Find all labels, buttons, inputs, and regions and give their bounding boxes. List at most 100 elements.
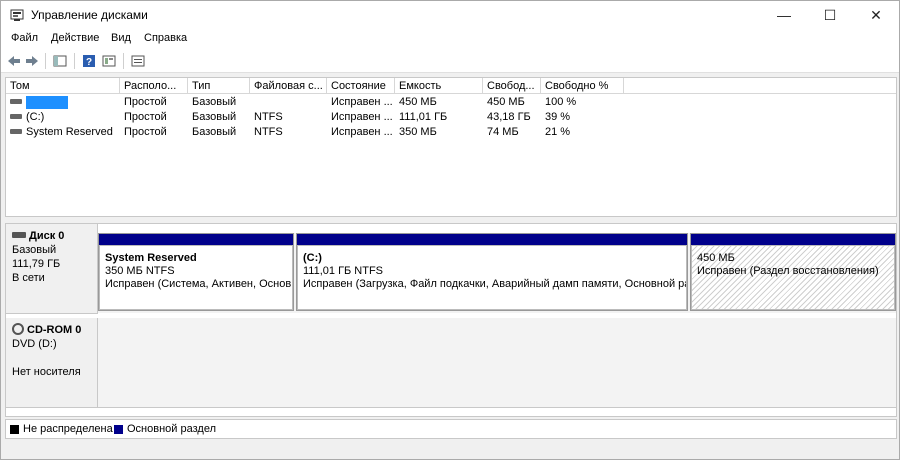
volume-name-cell: System Reserved <box>6 125 120 140</box>
table-row[interactable]: (C:) Простой Базовый NTFS Исправен ... 1… <box>6 110 896 125</box>
table-row[interactable]: Простой Базовый Исправен ... 450 МБ 450 … <box>6 95 896 110</box>
hard-disk-icon <box>12 232 26 239</box>
forward-arrow-icon[interactable] <box>23 52 41 70</box>
table-row[interactable]: System Reserved Простой Базовый NTFS Исп… <box>6 125 896 140</box>
disk-graphical-view[interactable]: Диск 0 Базовый 111,79 ГБ В сети System R… <box>5 223 897 417</box>
unallocated-swatch <box>10 425 19 434</box>
column-header-layout[interactable]: Располо... <box>120 78 188 94</box>
maximize-button[interactable]: ☐ <box>807 1 853 29</box>
partition-size: 350 МБ NTFS <box>105 265 175 277</box>
legend-primary-partition: Основной раздел <box>127 423 216 435</box>
disk-management-app-icon <box>10 9 24 21</box>
cdrom-0-title: CD-ROM 0 <box>12 323 97 337</box>
close-button[interactable]: ✕ <box>853 1 899 29</box>
minimize-button[interactable]: — <box>761 1 807 29</box>
partition-status: Исправен (Раздел восстановления) <box>697 265 879 277</box>
disk-management-window: Управление дисками — ☐ ✕ Файл Действие В… <box>0 0 900 460</box>
column-header-status[interactable]: Состояние <box>327 78 395 94</box>
free-percent-cell: 100 % <box>545 96 577 108</box>
cdrom-0-label[interactable]: CD-ROM 0 DVD (D:) Нет носителя <box>6 318 98 408</box>
svg-text:?: ? <box>86 57 92 68</box>
column-header-type[interactable]: Тип <box>188 78 250 94</box>
window-title: Управление дисками <box>31 8 148 22</box>
column-header-free[interactable]: Свобод... <box>483 78 541 94</box>
partition-status: Исправен (Система, Активен, Основн <box>105 278 293 290</box>
disk-0-type: Базовый <box>12 244 57 256</box>
menu-file[interactable]: Файл <box>11 32 38 44</box>
type-cell: Базовый <box>192 126 237 138</box>
volume-icon <box>10 128 22 134</box>
cdrom-0-drive: DVD (D:) <box>12 338 57 350</box>
disk-0-partitions: System Reserved 350 МБ NTFS Исправен (Си… <box>98 233 896 313</box>
toolbar-separator <box>123 53 124 69</box>
menu-help[interactable]: Справка <box>144 32 187 44</box>
back-arrow-icon[interactable] <box>5 52 23 70</box>
status-cell: Исправен ... <box>331 111 393 123</box>
capacity-cell: 111,01 ГБ <box>399 111 448 123</box>
free-percent-cell: 39 % <box>545 111 571 123</box>
layout-cell: Простой <box>124 126 167 138</box>
layout-cell: Простой <box>124 96 167 108</box>
capacity-cell: 350 МБ <box>399 126 437 138</box>
capacity-cell: 450 МБ <box>399 96 437 108</box>
console-tree-icon[interactable] <box>51 52 69 70</box>
partition-body: (C:) 111,01 ГБ NTFS Исправен (Загрузка, … <box>297 245 687 310</box>
disk-0-status: В сети <box>12 272 45 284</box>
toolbar-separator <box>45 53 46 69</box>
free-cell: 450 МБ <box>487 96 525 108</box>
legend: Не распределена Основной раздел <box>5 419 897 439</box>
filesystem-cell <box>250 95 327 110</box>
disk-0-label[interactable]: Диск 0 Базовый 111,79 ГБ В сети <box>6 224 98 314</box>
volume-name: (C:) <box>26 111 45 123</box>
type-cell: Базовый <box>192 111 237 123</box>
list-view-icon[interactable] <box>129 52 147 70</box>
volume-name-selected <box>26 95 68 109</box>
filesystem-cell: NTFS <box>254 111 283 123</box>
status-bar <box>1 441 899 459</box>
title-bar[interactable]: Управление дисками — ☐ ✕ <box>1 1 899 29</box>
column-header-capacity[interactable]: Емкость <box>395 78 483 94</box>
menu-view[interactable]: Вид <box>111 32 131 44</box>
volume-icon <box>10 113 22 119</box>
help-icon[interactable]: ? <box>80 52 98 70</box>
toolbar-separator <box>74 53 75 69</box>
free-cell: 43,18 ГБ <box>487 111 531 123</box>
partition-body: System Reserved 350 МБ NTFS Исправен (Си… <box>99 245 293 310</box>
partition-body-selected: 450 МБ Исправен (Раздел восстановления) <box>691 245 895 310</box>
primary-partition-swatch <box>114 425 123 434</box>
primary-partition-bar <box>297 234 687 245</box>
volume-name-cell: (C:) <box>6 110 120 125</box>
primary-partition-bar <box>691 234 895 245</box>
column-header-volume[interactable]: Том <box>6 78 120 94</box>
partition-name: (C:) <box>303 252 322 264</box>
toolbar: ? <box>1 49 899 73</box>
menu-bar: Файл Действие Вид Справка <box>1 29 899 49</box>
cdrom-0-name: CD-ROM 0 <box>27 324 82 336</box>
disk-0-name: Диск 0 <box>29 230 65 242</box>
cdrom-0-area <box>98 318 896 408</box>
free-cell: 74 МБ <box>487 126 519 138</box>
legend-unallocated: Не распределена <box>23 423 113 435</box>
column-header-filler <box>624 78 896 94</box>
partition-size: 111,01 ГБ NTFS <box>303 265 384 277</box>
primary-partition-bar <box>99 234 293 245</box>
partition-system-reserved[interactable]: System Reserved 350 МБ NTFS Исправен (Си… <box>98 233 294 311</box>
filesystem-cell: NTFS <box>254 126 283 138</box>
column-header-free-percent[interactable]: Свободно % <box>541 78 624 94</box>
volume-name-cell <box>6 95 120 110</box>
volume-list[interactable]: Том Располо... Тип Файловая с... Состоян… <box>5 77 897 217</box>
partition-recovery[interactable]: 450 МБ Исправен (Раздел восстановления) <box>690 233 896 311</box>
free-percent-cell: 21 % <box>545 126 571 138</box>
partition-status: Исправен (Загрузка, Файл подкачки, Авари… <box>303 278 687 290</box>
volume-name: System Reserved <box>26 126 113 138</box>
layout-cell: Простой <box>124 111 167 123</box>
status-cell: Исправен ... <box>331 96 393 108</box>
cdrom-0-status: Нет носителя <box>12 366 81 378</box>
type-cell: Базовый <box>192 96 237 108</box>
properties-icon[interactable] <box>100 52 118 70</box>
disk-0-size: 111,79 ГБ <box>12 258 61 270</box>
partition-c-drive[interactable]: (C:) 111,01 ГБ NTFS Исправен (Загрузка, … <box>296 233 688 311</box>
column-header-filesystem[interactable]: Файловая с... <box>250 78 327 94</box>
menu-action[interactable]: Действие <box>51 32 99 44</box>
status-cell: Исправен ... <box>331 126 393 138</box>
